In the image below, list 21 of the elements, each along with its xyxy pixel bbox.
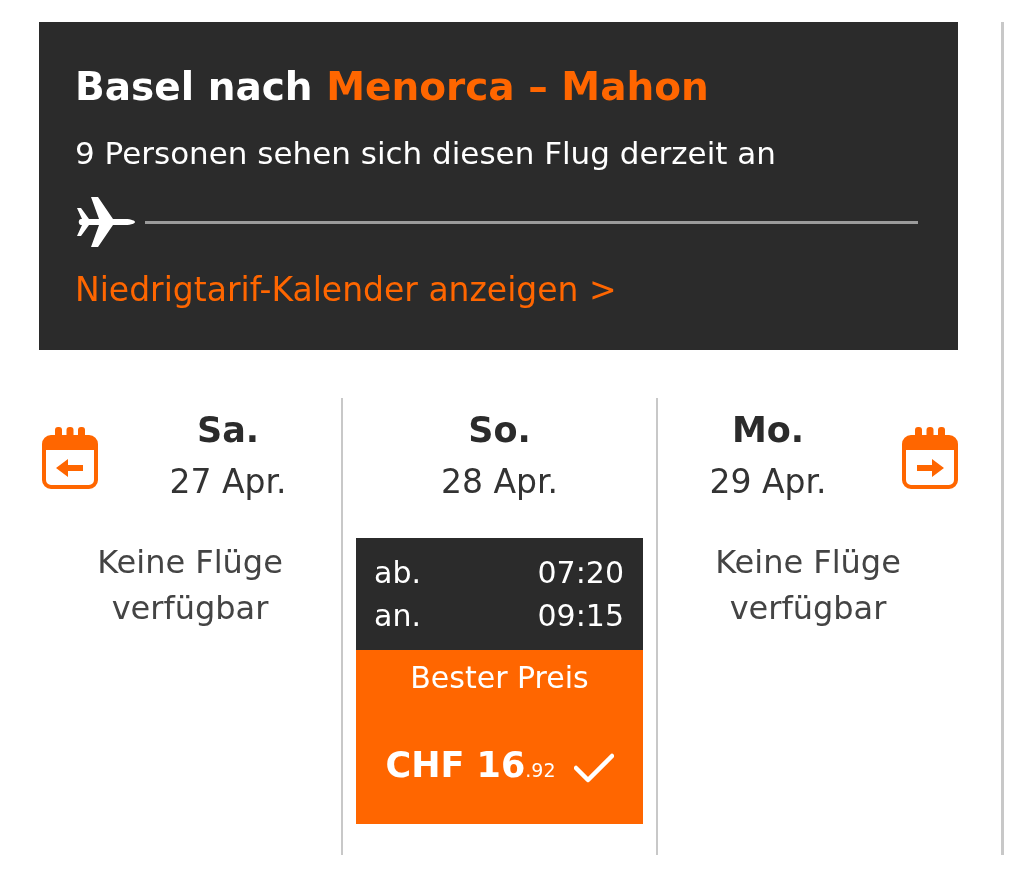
arrival-time: 09:15 [537, 597, 624, 635]
fare-calendar-link[interactable]: Niedrigtarif-Kalender anzeigen > [75, 270, 617, 310]
calendar-right-arrow-icon[interactable] [902, 427, 958, 489]
calendar-left-arrow-icon[interactable] [42, 427, 98, 489]
arrival-label: an. [374, 597, 421, 635]
airplane-icon [75, 197, 135, 247]
day-date: 28 Apr. [441, 461, 558, 503]
departure-label: ab. [374, 554, 421, 592]
no-flights-message: Keine Flüge verfügbar [714, 542, 902, 629]
day-weekday: So. [468, 409, 531, 452]
departure-time: 07:20 [537, 554, 624, 592]
route-title: Basel nach Menorca – Mahon [75, 63, 710, 111]
day-weekday: Sa. [196, 409, 260, 452]
day-date: 29 Apr. [709, 461, 827, 503]
no-flights-message: Keine Flüge verfügbar [96, 542, 284, 629]
day-date: 27 Apr. [169, 461, 287, 503]
day-weekday: Mo. [731, 409, 805, 452]
viewers-text: 9 Personen sehen sich diesen Flug derzeit an [75, 134, 777, 173]
best-price-label: Bester Preis [410, 659, 589, 697]
fare-panel[interactable]: Bester Preis CHF 16.92 [356, 650, 643, 824]
fare-price: CHF 16.92 [385, 744, 556, 787]
